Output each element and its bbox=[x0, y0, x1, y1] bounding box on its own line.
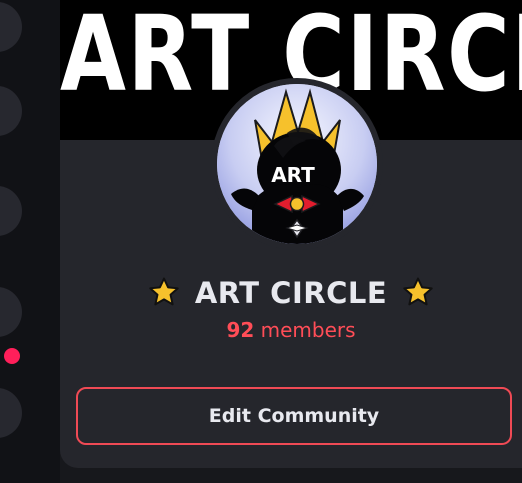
server-icon[interactable] bbox=[0, 86, 22, 136]
member-count: 92 bbox=[226, 318, 255, 342]
server-icon[interactable] bbox=[0, 2, 22, 52]
avatar-text: ART bbox=[271, 163, 315, 187]
server-icon[interactable] bbox=[0, 388, 22, 438]
edit-community-button[interactable]: Edit Community bbox=[76, 387, 512, 445]
star-icon bbox=[403, 277, 433, 306]
avatar-image: ART bbox=[217, 84, 377, 244]
server-rail bbox=[0, 0, 60, 483]
community-screen: ART CIRCLE ART bbox=[0, 0, 522, 483]
avatar-art: ART bbox=[217, 84, 377, 244]
community-avatar[interactable]: ART bbox=[211, 78, 383, 250]
community-title-row: ART CIRCLE bbox=[60, 270, 522, 316]
community-name: ART CIRCLE bbox=[194, 276, 388, 310]
server-icon[interactable] bbox=[0, 186, 22, 236]
member-count-text: 92 members bbox=[60, 318, 522, 342]
server-icon[interactable] bbox=[0, 287, 22, 337]
members-label: members bbox=[260, 318, 356, 342]
notification-dot bbox=[4, 348, 20, 364]
star-icon bbox=[149, 277, 179, 306]
